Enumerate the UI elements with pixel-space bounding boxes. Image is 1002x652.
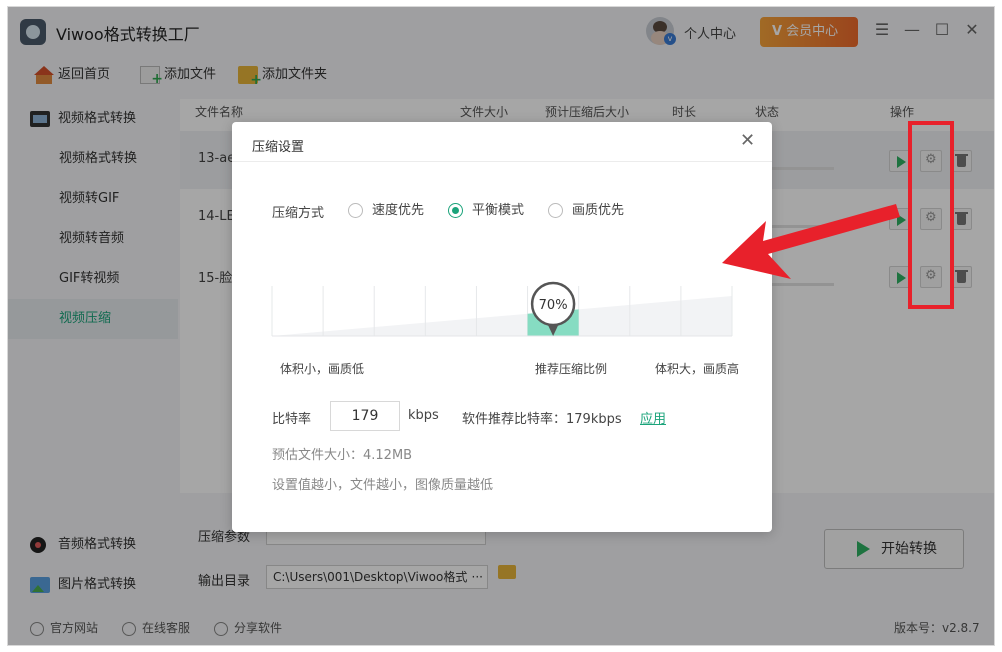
slider-track[interactable]: 70% [271, 281, 742, 346]
dialog-header: 压缩设置 ✕ [232, 122, 772, 162]
radio-speed-first[interactable]: 速度优先 [348, 202, 424, 220]
setting-hint-text: 设置值越小，文件越小，图像质量越低 [272, 478, 494, 493]
radio-label: 画质优先 [572, 203, 625, 218]
app-window: Viwoo格式转换工厂 v 个人中心 V会员中心 ☰ — ☐ ✕ 返回首页 添加… [7, 6, 995, 646]
bitrate-unit: kbps [408, 408, 439, 423]
slider-caption-high: 体积大，画质高 [655, 362, 740, 376]
dialog-title: 压缩设置 [252, 140, 305, 155]
close-icon[interactable]: ✕ [740, 130, 755, 151]
radio-label: 平衡模式 [472, 203, 525, 218]
recommended-bitrate-text: 软件推荐比特率：179kbps [462, 412, 622, 427]
slider-caption-recommended: 推荐压缩比例 [535, 362, 608, 376]
radio-balanced[interactable]: 平衡模式 [448, 202, 524, 220]
slider-wedge [272, 296, 732, 336]
radio-unchecked-icon [548, 203, 563, 218]
radio-unchecked-icon [348, 203, 363, 218]
compress-mode-label: 压缩方式 [272, 206, 325, 221]
radio-label: 速度优先 [372, 203, 425, 218]
apply-link[interactable]: 应用 [640, 408, 666, 427]
estimated-size-text: 预估文件大小：4.12MB [272, 448, 413, 463]
compress-settings-dialog: 压缩设置 ✕ 压缩方式 速度优先 平衡模式 画质优先 70% 体积小，画质低 推… [232, 122, 772, 532]
radio-quality-first[interactable]: 画质优先 [548, 202, 624, 220]
slider-value: 70% [539, 298, 568, 313]
slider-caption-low: 体积小，画质低 [280, 362, 365, 376]
bitrate-input[interactable]: 179 [330, 401, 400, 431]
annotation-highlight-box [908, 121, 954, 309]
bitrate-label: 比特率 [272, 412, 312, 427]
radio-checked-icon [448, 203, 463, 218]
